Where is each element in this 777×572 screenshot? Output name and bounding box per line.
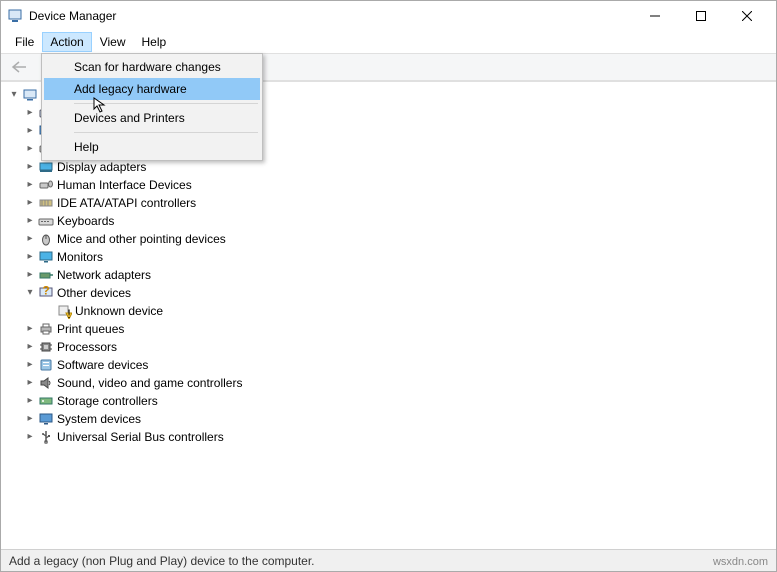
tree-label: Network adapters bbox=[57, 268, 151, 282]
tree-label: Print queues bbox=[57, 322, 124, 336]
app-icon bbox=[7, 8, 23, 24]
status-text: Add a legacy (non Plug and Play) device … bbox=[9, 554, 315, 568]
tree-label: Human Interface Devices bbox=[57, 178, 192, 192]
mouse-icon bbox=[38, 231, 54, 247]
unknown-device-icon: ! bbox=[56, 303, 72, 319]
expand-icon[interactable]: ▸ bbox=[23, 178, 37, 192]
tree-item-hid[interactable]: ▸ Human Interface Devices bbox=[1, 176, 776, 194]
tree-item-network[interactable]: ▸ Network adapters bbox=[1, 266, 776, 284]
tree-item-sound[interactable]: ▸ Sound, video and game controllers bbox=[1, 374, 776, 392]
menu-view[interactable]: View bbox=[92, 32, 134, 52]
tree-label: Sound, video and game controllers bbox=[57, 376, 242, 390]
expand-icon[interactable]: ▸ bbox=[23, 250, 37, 264]
expand-icon[interactable]: ▸ bbox=[23, 376, 37, 390]
tree-label: IDE ATA/ATAPI controllers bbox=[57, 196, 196, 210]
tree-label: System devices bbox=[57, 412, 141, 426]
hid-icon bbox=[38, 177, 54, 193]
tree-label: Storage controllers bbox=[57, 394, 158, 408]
collapse-icon[interactable]: ▾ bbox=[23, 286, 37, 300]
tree-item-software-devices[interactable]: ▸ Software devices bbox=[1, 356, 776, 374]
expand-icon[interactable]: ▸ bbox=[23, 232, 37, 246]
window-controls bbox=[632, 1, 770, 31]
watermark: wsxdn.com bbox=[713, 556, 768, 568]
dropdown-scan-hardware[interactable]: Scan for hardware changes bbox=[44, 56, 260, 78]
tree-item-storage[interactable]: ▸ Storage controllers bbox=[1, 392, 776, 410]
device-manager-window: Device Manager File Action View Help Sca… bbox=[0, 0, 777, 572]
window-title: Device Manager bbox=[29, 9, 632, 23]
network-icon bbox=[38, 267, 54, 283]
expand-icon[interactable]: ▸ bbox=[23, 358, 37, 372]
dropdown-add-legacy-hardware[interactable]: Add legacy hardware bbox=[44, 78, 260, 100]
expand-icon[interactable]: ▸ bbox=[23, 214, 37, 228]
tree-item-monitors[interactable]: ▸ Monitors bbox=[1, 248, 776, 266]
tree-label: Universal Serial Bus controllers bbox=[57, 430, 224, 444]
tree-label: Display adapters bbox=[57, 160, 146, 174]
expand-icon[interactable]: ▸ bbox=[23, 394, 37, 408]
maximize-button[interactable] bbox=[678, 1, 724, 31]
tree-label: Processors bbox=[57, 340, 117, 354]
tree-item-mice[interactable]: ▸ Mice and other pointing devices bbox=[1, 230, 776, 248]
computer-icon bbox=[22, 87, 38, 103]
expand-icon[interactable]: ▸ bbox=[23, 430, 37, 444]
keyboard-icon bbox=[38, 213, 54, 229]
tree-item-keyboards[interactable]: ▸ Keyboards bbox=[1, 212, 776, 230]
statusbar: Add a legacy (non Plug and Play) device … bbox=[1, 549, 776, 571]
tree-label: Mice and other pointing devices bbox=[57, 232, 226, 246]
tree-label: Keyboards bbox=[57, 214, 114, 228]
tree-item-other-devices[interactable]: ▾ ? Other devices bbox=[1, 284, 776, 302]
svg-text:!: ! bbox=[67, 307, 70, 319]
menubar: File Action View Help bbox=[1, 31, 776, 53]
menu-action[interactable]: Action bbox=[42, 32, 91, 52]
tree-item-print-queues[interactable]: ▸ Print queues bbox=[1, 320, 776, 338]
minimize-button[interactable] bbox=[632, 1, 678, 31]
svg-text:?: ? bbox=[42, 285, 49, 298]
tree-item-ide[interactable]: ▸ IDE ATA/ATAPI controllers bbox=[1, 194, 776, 212]
monitor-icon bbox=[38, 249, 54, 265]
menu-file[interactable]: File bbox=[7, 32, 42, 52]
printer-icon bbox=[38, 321, 54, 337]
expand-icon[interactable]: ▸ bbox=[23, 322, 37, 336]
action-dropdown: Scan for hardware changes Add legacy har… bbox=[41, 53, 263, 161]
expand-icon[interactable]: ▸ bbox=[23, 412, 37, 426]
expand-icon[interactable]: ▾ bbox=[7, 88, 21, 102]
ide-icon bbox=[38, 195, 54, 211]
speaker-icon bbox=[38, 375, 54, 391]
dropdown-separator bbox=[74, 103, 258, 104]
storage-controller-icon bbox=[38, 393, 54, 409]
titlebar: Device Manager bbox=[1, 1, 776, 31]
tree-item-system-devices[interactable]: ▸ System devices bbox=[1, 410, 776, 428]
expand-icon[interactable]: ▸ bbox=[23, 124, 37, 138]
tree-item-unknown-device[interactable]: ▸ ! Unknown device bbox=[1, 302, 776, 320]
cpu-icon bbox=[38, 339, 54, 355]
expand-icon[interactable]: ▸ bbox=[23, 196, 37, 210]
dropdown-help[interactable]: Help bbox=[44, 136, 260, 158]
expand-icon[interactable]: ▸ bbox=[23, 106, 37, 120]
system-icon bbox=[38, 411, 54, 427]
back-button[interactable] bbox=[7, 56, 31, 78]
tree-label: Monitors bbox=[57, 250, 103, 264]
expand-icon[interactable]: ▸ bbox=[23, 268, 37, 282]
expand-icon[interactable]: ▸ bbox=[23, 160, 37, 174]
software-icon bbox=[38, 357, 54, 373]
dropdown-devices-printers[interactable]: Devices and Printers bbox=[44, 107, 260, 129]
other-devices-icon: ? bbox=[38, 285, 54, 301]
tree-label: Other devices bbox=[57, 286, 131, 300]
expand-icon[interactable]: ▸ bbox=[23, 142, 37, 156]
expand-icon[interactable]: ▸ bbox=[23, 340, 37, 354]
tree-item-usb[interactable]: ▸ Universal Serial Bus controllers bbox=[1, 428, 776, 446]
close-button[interactable] bbox=[724, 1, 770, 31]
menu-help[interactable]: Help bbox=[134, 32, 175, 52]
dropdown-separator bbox=[74, 132, 258, 133]
display-adapter-icon bbox=[38, 159, 54, 175]
usb-icon bbox=[38, 429, 54, 445]
tree-label: Software devices bbox=[57, 358, 148, 372]
tree-label: Unknown device bbox=[75, 304, 163, 318]
tree-item-processors[interactable]: ▸ Processors bbox=[1, 338, 776, 356]
